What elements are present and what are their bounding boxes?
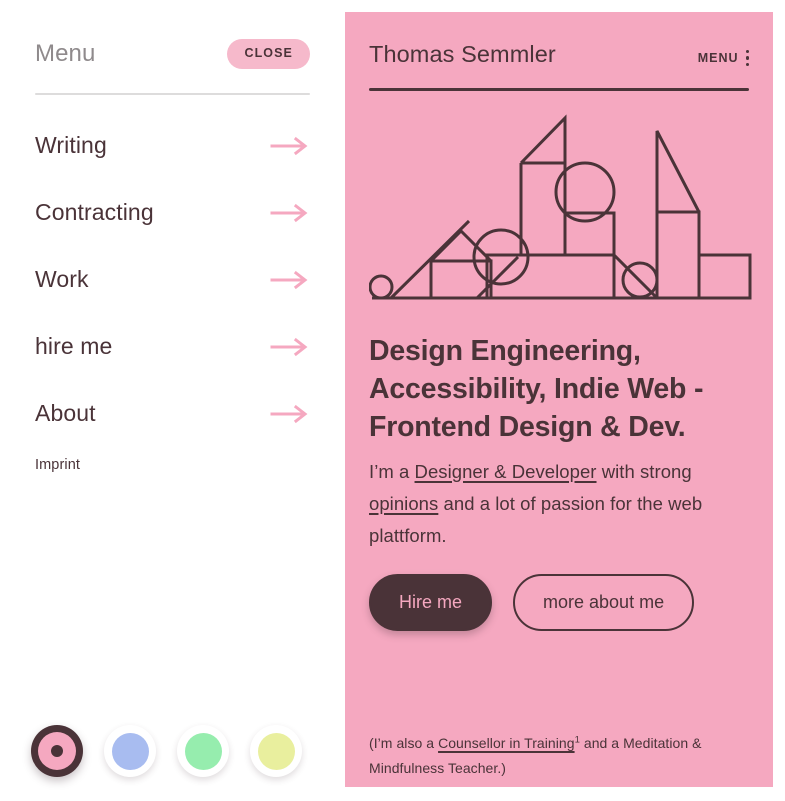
theme-swatch-blue[interactable] [104,725,156,777]
sidebar-divider [35,93,310,95]
sidebar-item-work[interactable]: Work [35,246,310,313]
arrow-right-icon [270,404,308,423]
close-button[interactable]: CLOSE [227,39,310,69]
footnote-lead: (I’m also a [369,735,439,751]
arrow-right-icon [270,270,308,289]
hero-divider [369,88,749,91]
sidebar-item-about[interactable]: About [35,380,310,447]
arrow-right-icon [270,136,308,155]
opinions-link[interactable]: opinions [369,493,438,514]
theme-swatch-yellow[interactable] [250,725,302,777]
imprint-link[interactable]: Imprint [35,457,80,473]
swatch-color-dot [38,732,76,770]
theme-swatch-group [31,725,302,777]
sidebar-nav: Writing Contracting Work hire me About [35,112,310,447]
sidebar-item-label: hire me [35,333,113,359]
sidebar-item-hire-me[interactable]: hire me [35,313,310,380]
hero-paragraph: I’m a Designer & Developer with strong o… [369,456,749,553]
site-title: Thomas Semmler [369,41,556,67]
page-title: Menu [35,40,96,67]
hero-heading: Design Engineering, Accessibility, Indie… [369,335,704,443]
menu-button[interactable]: MENU [697,49,749,67]
sidebar-item-label: About [35,400,96,426]
designer-developer-link[interactable]: Designer & Developer [415,461,597,482]
geometric-skyline-illustration [369,114,752,300]
kebab-menu-icon [745,49,749,67]
swatch-color-dot [111,732,149,770]
menu-button-label: MENU [697,51,739,65]
swatch-color-dot [257,732,295,770]
hero-panel: Thomas Semmler MENU Design Engineering, … [345,12,773,787]
theme-swatch-green[interactable] [177,725,229,777]
theme-swatch-pink[interactable] [31,725,83,777]
sidebar-item-label: Writing [35,132,107,158]
sidebar-item-label: Work [35,266,89,292]
sidebar-item-label: Contracting [35,199,154,225]
hero-header: Thomas Semmler MENU [369,12,749,68]
app-window: Menu CLOSE Writing Contracting Work hire… [0,0,785,801]
more-about-me-button[interactable]: more about me [513,573,695,631]
sidebar-item-contracting[interactable]: Contracting [35,179,310,246]
sidebar-header: Menu CLOSE [35,34,310,74]
arrow-right-icon [270,203,308,222]
paragraph-lead: I’m a [369,460,415,482]
swatch-color-dot [184,732,222,770]
counsellor-in-training-link[interactable]: Counsellor in Training [438,735,575,751]
hero-footnote: (I’m also a Counsellor in Training1 and … [369,731,749,780]
paragraph-mid: with strong [596,460,692,482]
hero-action-group: Hire me more about me [369,573,749,631]
hire-me-button[interactable]: Hire me [369,573,493,631]
sidebar-item-writing[interactable]: Writing [35,112,310,179]
menu-sidebar: Menu CLOSE Writing Contracting Work hire… [0,0,345,801]
arrow-right-icon [270,337,308,356]
